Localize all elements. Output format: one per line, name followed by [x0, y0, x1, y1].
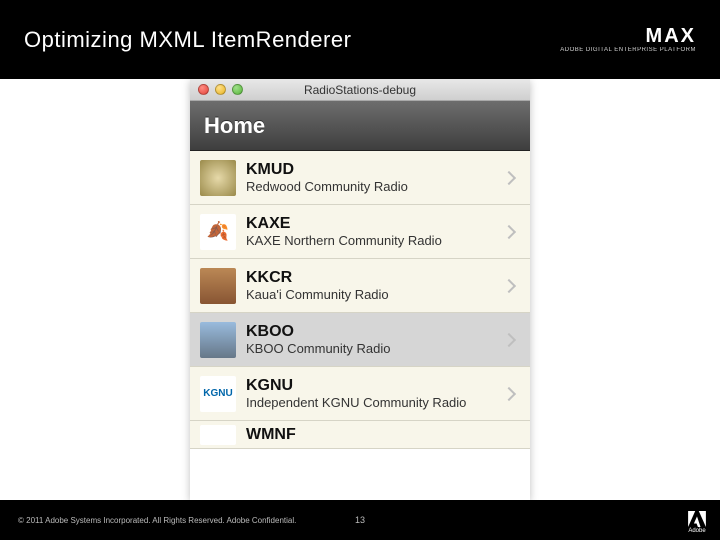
- chevron-right-icon: [502, 386, 516, 400]
- station-name: KAXE Northern Community Radio: [246, 233, 504, 249]
- list-item-text: KBOOKBOO Community Radio: [246, 323, 504, 356]
- list-item[interactable]: KAXEKAXE Northern Community Radio: [190, 205, 530, 259]
- list-item-text: KAXEKAXE Northern Community Radio: [246, 215, 504, 248]
- brand-name: MAX: [560, 25, 696, 47]
- list-item-text: WMNF: [246, 426, 520, 444]
- list-item[interactable]: KGNUKGNUIndependent KGNU Community Radio: [190, 367, 530, 421]
- station-icon: [200, 425, 236, 445]
- page-number: 13: [355, 515, 365, 525]
- station-code: KGNU: [246, 377, 504, 395]
- adobe-logo: Adobe: [686, 506, 708, 534]
- copyright: © 2011 Adobe Systems Incorporated. All R…: [18, 516, 296, 525]
- station-icon: [200, 160, 236, 196]
- app-window: RadioStations-debug Home KMUDRedwood Com…: [190, 79, 530, 500]
- window-title: RadioStations-debug: [190, 83, 530, 97]
- chevron-right-icon: [502, 170, 516, 184]
- list-item-text: KMUDRedwood Community Radio: [246, 161, 504, 194]
- station-icon: [200, 322, 236, 358]
- brand-tagline: ADOBE DIGITAL ENTERPRISE PLATFORM: [560, 47, 696, 54]
- chevron-right-icon: [502, 332, 516, 346]
- slide: Optimizing MXML ItemRenderer MAX ADOBE D…: [0, 0, 720, 540]
- list-item-text: KKCRKaua'i Community Radio: [246, 269, 504, 302]
- station-name: KBOO Community Radio: [246, 341, 504, 357]
- station-icon: KGNU: [200, 376, 236, 412]
- list-item-text: KGNUIndependent KGNU Community Radio: [246, 377, 504, 410]
- chevron-right-icon: [502, 224, 516, 238]
- station-icon: [200, 214, 236, 250]
- station-icon: [200, 268, 236, 304]
- station-name: Independent KGNU Community Radio: [246, 395, 504, 411]
- station-code: KMUD: [246, 161, 504, 179]
- slide-content: RadioStations-debug Home KMUDRedwood Com…: [0, 79, 720, 500]
- slide-footer: © 2011 Adobe Systems Incorporated. All R…: [0, 500, 720, 540]
- station-name: Kaua'i Community Radio: [246, 287, 504, 303]
- station-code: KKCR: [246, 269, 504, 287]
- app-header-title: Home: [204, 113, 265, 139]
- list-item[interactable]: KMUDRedwood Community Radio: [190, 151, 530, 205]
- adobe-a-icon: [688, 511, 706, 527]
- list-item[interactable]: WMNF: [190, 421, 530, 449]
- station-code: KBOO: [246, 323, 504, 341]
- list-item[interactable]: KBOOKBOO Community Radio: [190, 313, 530, 367]
- slide-title: Optimizing MXML ItemRenderer: [24, 27, 351, 53]
- slide-header: Optimizing MXML ItemRenderer MAX ADOBE D…: [0, 0, 720, 79]
- list-item[interactable]: KKCRKaua'i Community Radio: [190, 259, 530, 313]
- adobe-label: Adobe: [688, 528, 705, 534]
- station-code: WMNF: [246, 426, 520, 444]
- app-header: Home: [190, 101, 530, 151]
- station-code: KAXE: [246, 215, 504, 233]
- mac-titlebar: RadioStations-debug: [190, 79, 530, 101]
- brand-logo: MAX ADOBE DIGITAL ENTERPRISE PLATFORM: [560, 25, 696, 54]
- station-name: Redwood Community Radio: [246, 179, 504, 195]
- chevron-right-icon: [502, 278, 516, 292]
- station-list[interactable]: KMUDRedwood Community Radio KAXEKAXE Nort…: [190, 151, 530, 449]
